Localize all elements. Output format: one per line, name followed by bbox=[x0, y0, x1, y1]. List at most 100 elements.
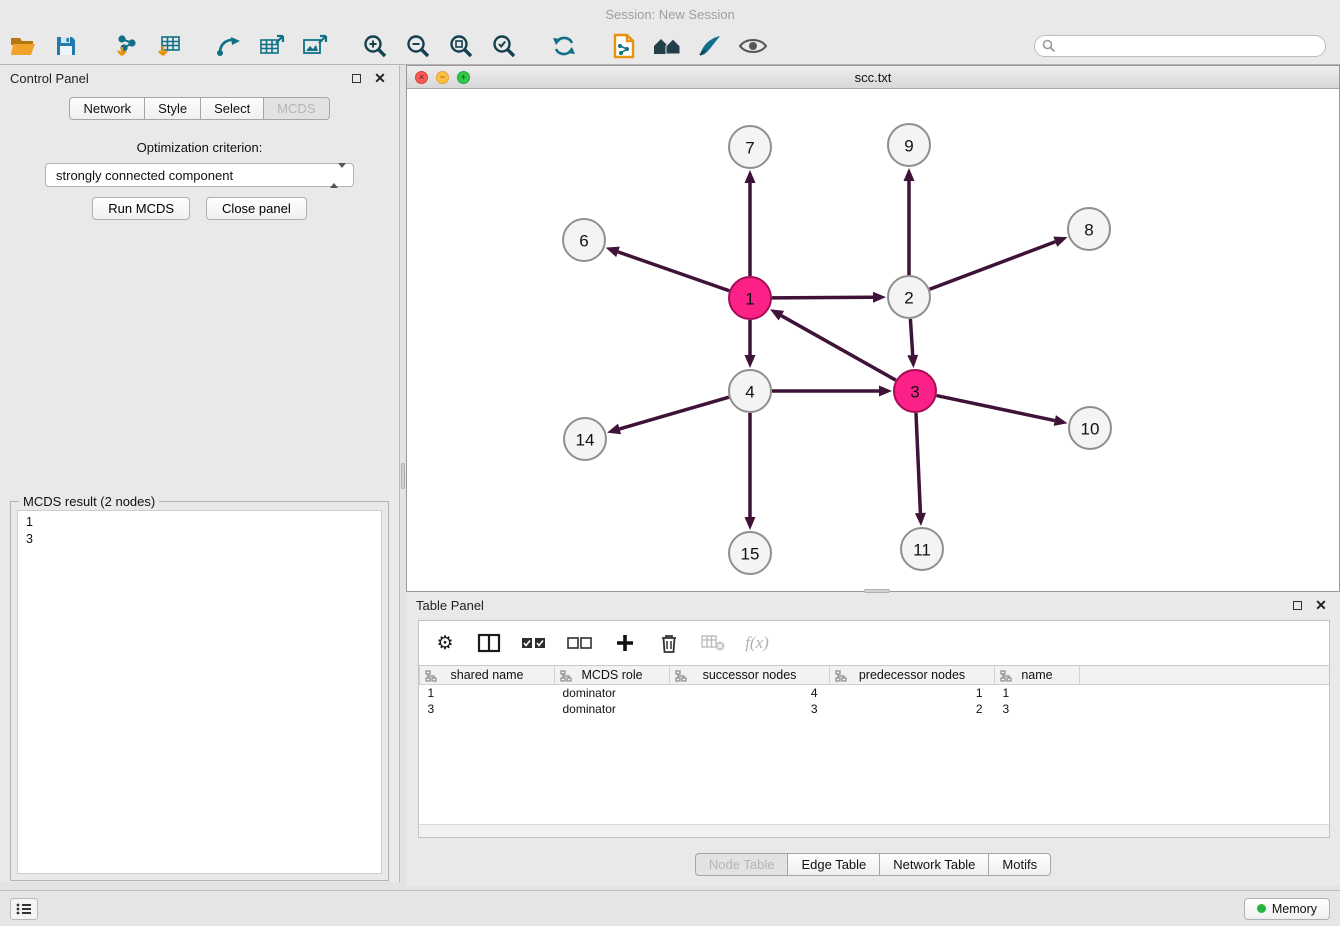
table-cell[interactable]: 4 bbox=[670, 685, 830, 701]
column-header-shared-name[interactable]: shared name bbox=[420, 666, 555, 685]
create-column-icon[interactable] bbox=[613, 630, 637, 656]
zoom-fit-icon[interactable] bbox=[446, 32, 476, 60]
graph-edge[interactable] bbox=[781, 316, 895, 381]
table-cell[interactable]: 1 bbox=[995, 685, 1080, 701]
table-cell[interactable]: 3 bbox=[670, 701, 830, 717]
criterion-dropdown-value: strongly connected component bbox=[56, 168, 233, 183]
search-wrap bbox=[1034, 35, 1326, 57]
graph-edge[interactable] bbox=[916, 413, 920, 513]
column-header-successor-nodes[interactable]: successor nodes bbox=[670, 666, 830, 685]
memory-status-icon bbox=[1257, 904, 1266, 913]
optimization-criterion-label: Optimization criterion: bbox=[0, 140, 399, 155]
criterion-dropdown[interactable]: strongly connected component bbox=[45, 163, 354, 187]
memory-button-label: Memory bbox=[1272, 902, 1317, 916]
file-toolbar-group bbox=[8, 32, 81, 60]
table-options-icon[interactable]: ⚙ bbox=[433, 630, 457, 656]
zoom-selected-icon[interactable] bbox=[489, 32, 519, 60]
window-title: Session: New Session bbox=[605, 7, 734, 22]
graph-edge-arrow-icon bbox=[745, 517, 756, 530]
tab-motifs[interactable]: Motifs bbox=[989, 853, 1051, 876]
table-cell-filler bbox=[1080, 685, 1330, 701]
graph-node-label: 8 bbox=[1084, 221, 1093, 240]
select-all-rows-icon[interactable] bbox=[521, 630, 547, 656]
dropdown-stepper-icon bbox=[330, 168, 346, 183]
column-tree-icon bbox=[425, 670, 437, 685]
open-file-icon[interactable] bbox=[8, 32, 38, 60]
close-panel-button[interactable]: Close panel bbox=[206, 197, 307, 220]
float-table-panel-icon[interactable] bbox=[1288, 596, 1306, 614]
search-input[interactable] bbox=[1034, 35, 1326, 57]
graph-node-label: 6 bbox=[579, 232, 588, 251]
zoom-out-icon[interactable] bbox=[403, 32, 433, 60]
graph-edge-arrow-icon bbox=[607, 424, 621, 435]
table-panel-title: Table Panel bbox=[416, 598, 484, 613]
delete-table-icon[interactable] bbox=[701, 630, 725, 656]
graph-edge[interactable] bbox=[772, 297, 873, 298]
graph-node-label: 14 bbox=[576, 431, 595, 450]
run-mcds-button[interactable]: Run MCDS bbox=[92, 197, 190, 220]
zoom-toolbar-group bbox=[360, 32, 519, 60]
memory-button[interactable]: Memory bbox=[1244, 898, 1330, 920]
save-session-icon[interactable] bbox=[51, 32, 81, 60]
column-header-predecessor-nodes[interactable]: predecessor nodes bbox=[830, 666, 995, 685]
mcds-result-title: MCDS result (2 nodes) bbox=[19, 494, 159, 509]
table-row[interactable]: 3dominator323 bbox=[420, 701, 1330, 717]
table-panel-tabs: Node Table Edge Table Network Table Moti… bbox=[406, 853, 1340, 876]
column-header-name[interactable]: name bbox=[995, 666, 1080, 685]
graph-node-label: 2 bbox=[904, 289, 913, 308]
apply-style-icon[interactable] bbox=[695, 32, 725, 60]
horizontal-splitter[interactable] bbox=[864, 589, 890, 593]
mcds-result-list[interactable]: 13 bbox=[17, 510, 382, 874]
import-style-icon[interactable] bbox=[609, 32, 639, 60]
function-builder-icon[interactable]: f(x) bbox=[745, 630, 769, 656]
network-canvas[interactable]: 7968124314101511 bbox=[407, 89, 1339, 591]
graph-edge[interactable] bbox=[937, 396, 1055, 421]
task-history-icon[interactable] bbox=[10, 898, 38, 920]
table-horizontal-scrollbar[interactable] bbox=[419, 824, 1329, 837]
delete-columns-icon[interactable] bbox=[657, 630, 681, 656]
search-icon bbox=[1042, 39, 1056, 56]
graph-edge[interactable] bbox=[620, 397, 729, 429]
export-network-icon[interactable] bbox=[214, 32, 244, 60]
tab-mcds[interactable]: MCDS bbox=[264, 97, 329, 120]
mcds-result-fieldset: MCDS result (2 nodes) 13 bbox=[10, 501, 389, 881]
close-panel-icon[interactable]: ✕ bbox=[371, 69, 389, 87]
tab-select[interactable]: Select bbox=[201, 97, 264, 120]
table-cell[interactable]: 3 bbox=[995, 701, 1080, 717]
table-cell[interactable]: 2 bbox=[830, 701, 995, 717]
zoom-in-icon[interactable] bbox=[360, 32, 390, 60]
graph-edge[interactable] bbox=[910, 319, 912, 355]
clear-row-selection-icon[interactable] bbox=[567, 630, 593, 656]
float-panel-icon[interactable] bbox=[347, 69, 365, 87]
graph-edge[interactable] bbox=[930, 242, 1056, 290]
graph-edge-arrow-icon bbox=[907, 355, 918, 368]
table-cell[interactable]: dominator bbox=[555, 701, 670, 717]
table-cell[interactable]: 3 bbox=[420, 701, 555, 717]
close-table-panel-icon[interactable]: ✕ bbox=[1312, 596, 1330, 614]
graph-edge-arrow-icon bbox=[915, 513, 926, 526]
graph-edge[interactable] bbox=[618, 252, 729, 291]
export-table-icon[interactable] bbox=[257, 32, 287, 60]
tab-network-table[interactable]: Network Table bbox=[880, 853, 989, 876]
tab-style[interactable]: Style bbox=[145, 97, 201, 120]
table-cell[interactable]: 1 bbox=[830, 685, 995, 701]
export-image-icon[interactable] bbox=[300, 32, 330, 60]
tab-network[interactable]: Network bbox=[69, 97, 145, 120]
column-header-mcds-role[interactable]: MCDS role bbox=[555, 666, 670, 685]
show-graphics-details-icon[interactable] bbox=[738, 32, 768, 60]
import-table-from-file-icon[interactable] bbox=[154, 32, 184, 60]
tab-node-table[interactable]: Node Table bbox=[695, 853, 789, 876]
home-icon[interactable] bbox=[652, 32, 682, 60]
show-columns-icon[interactable] bbox=[477, 630, 501, 656]
apply-preferred-layout-icon[interactable] bbox=[549, 32, 579, 60]
control-panel-title: Control Panel bbox=[10, 71, 89, 86]
table-row[interactable]: 1dominator411 bbox=[420, 685, 1330, 701]
table-cell[interactable]: dominator bbox=[555, 685, 670, 701]
table-cell[interactable]: 1 bbox=[420, 685, 555, 701]
graph-edge-arrow-icon bbox=[1053, 237, 1067, 247]
mcds-result-line: 3 bbox=[26, 531, 373, 548]
graph-edge-arrow-icon bbox=[904, 168, 915, 181]
graph-edge-arrow-icon bbox=[745, 355, 756, 368]
import-network-from-file-icon[interactable] bbox=[111, 32, 141, 60]
tab-edge-table[interactable]: Edge Table bbox=[788, 853, 880, 876]
